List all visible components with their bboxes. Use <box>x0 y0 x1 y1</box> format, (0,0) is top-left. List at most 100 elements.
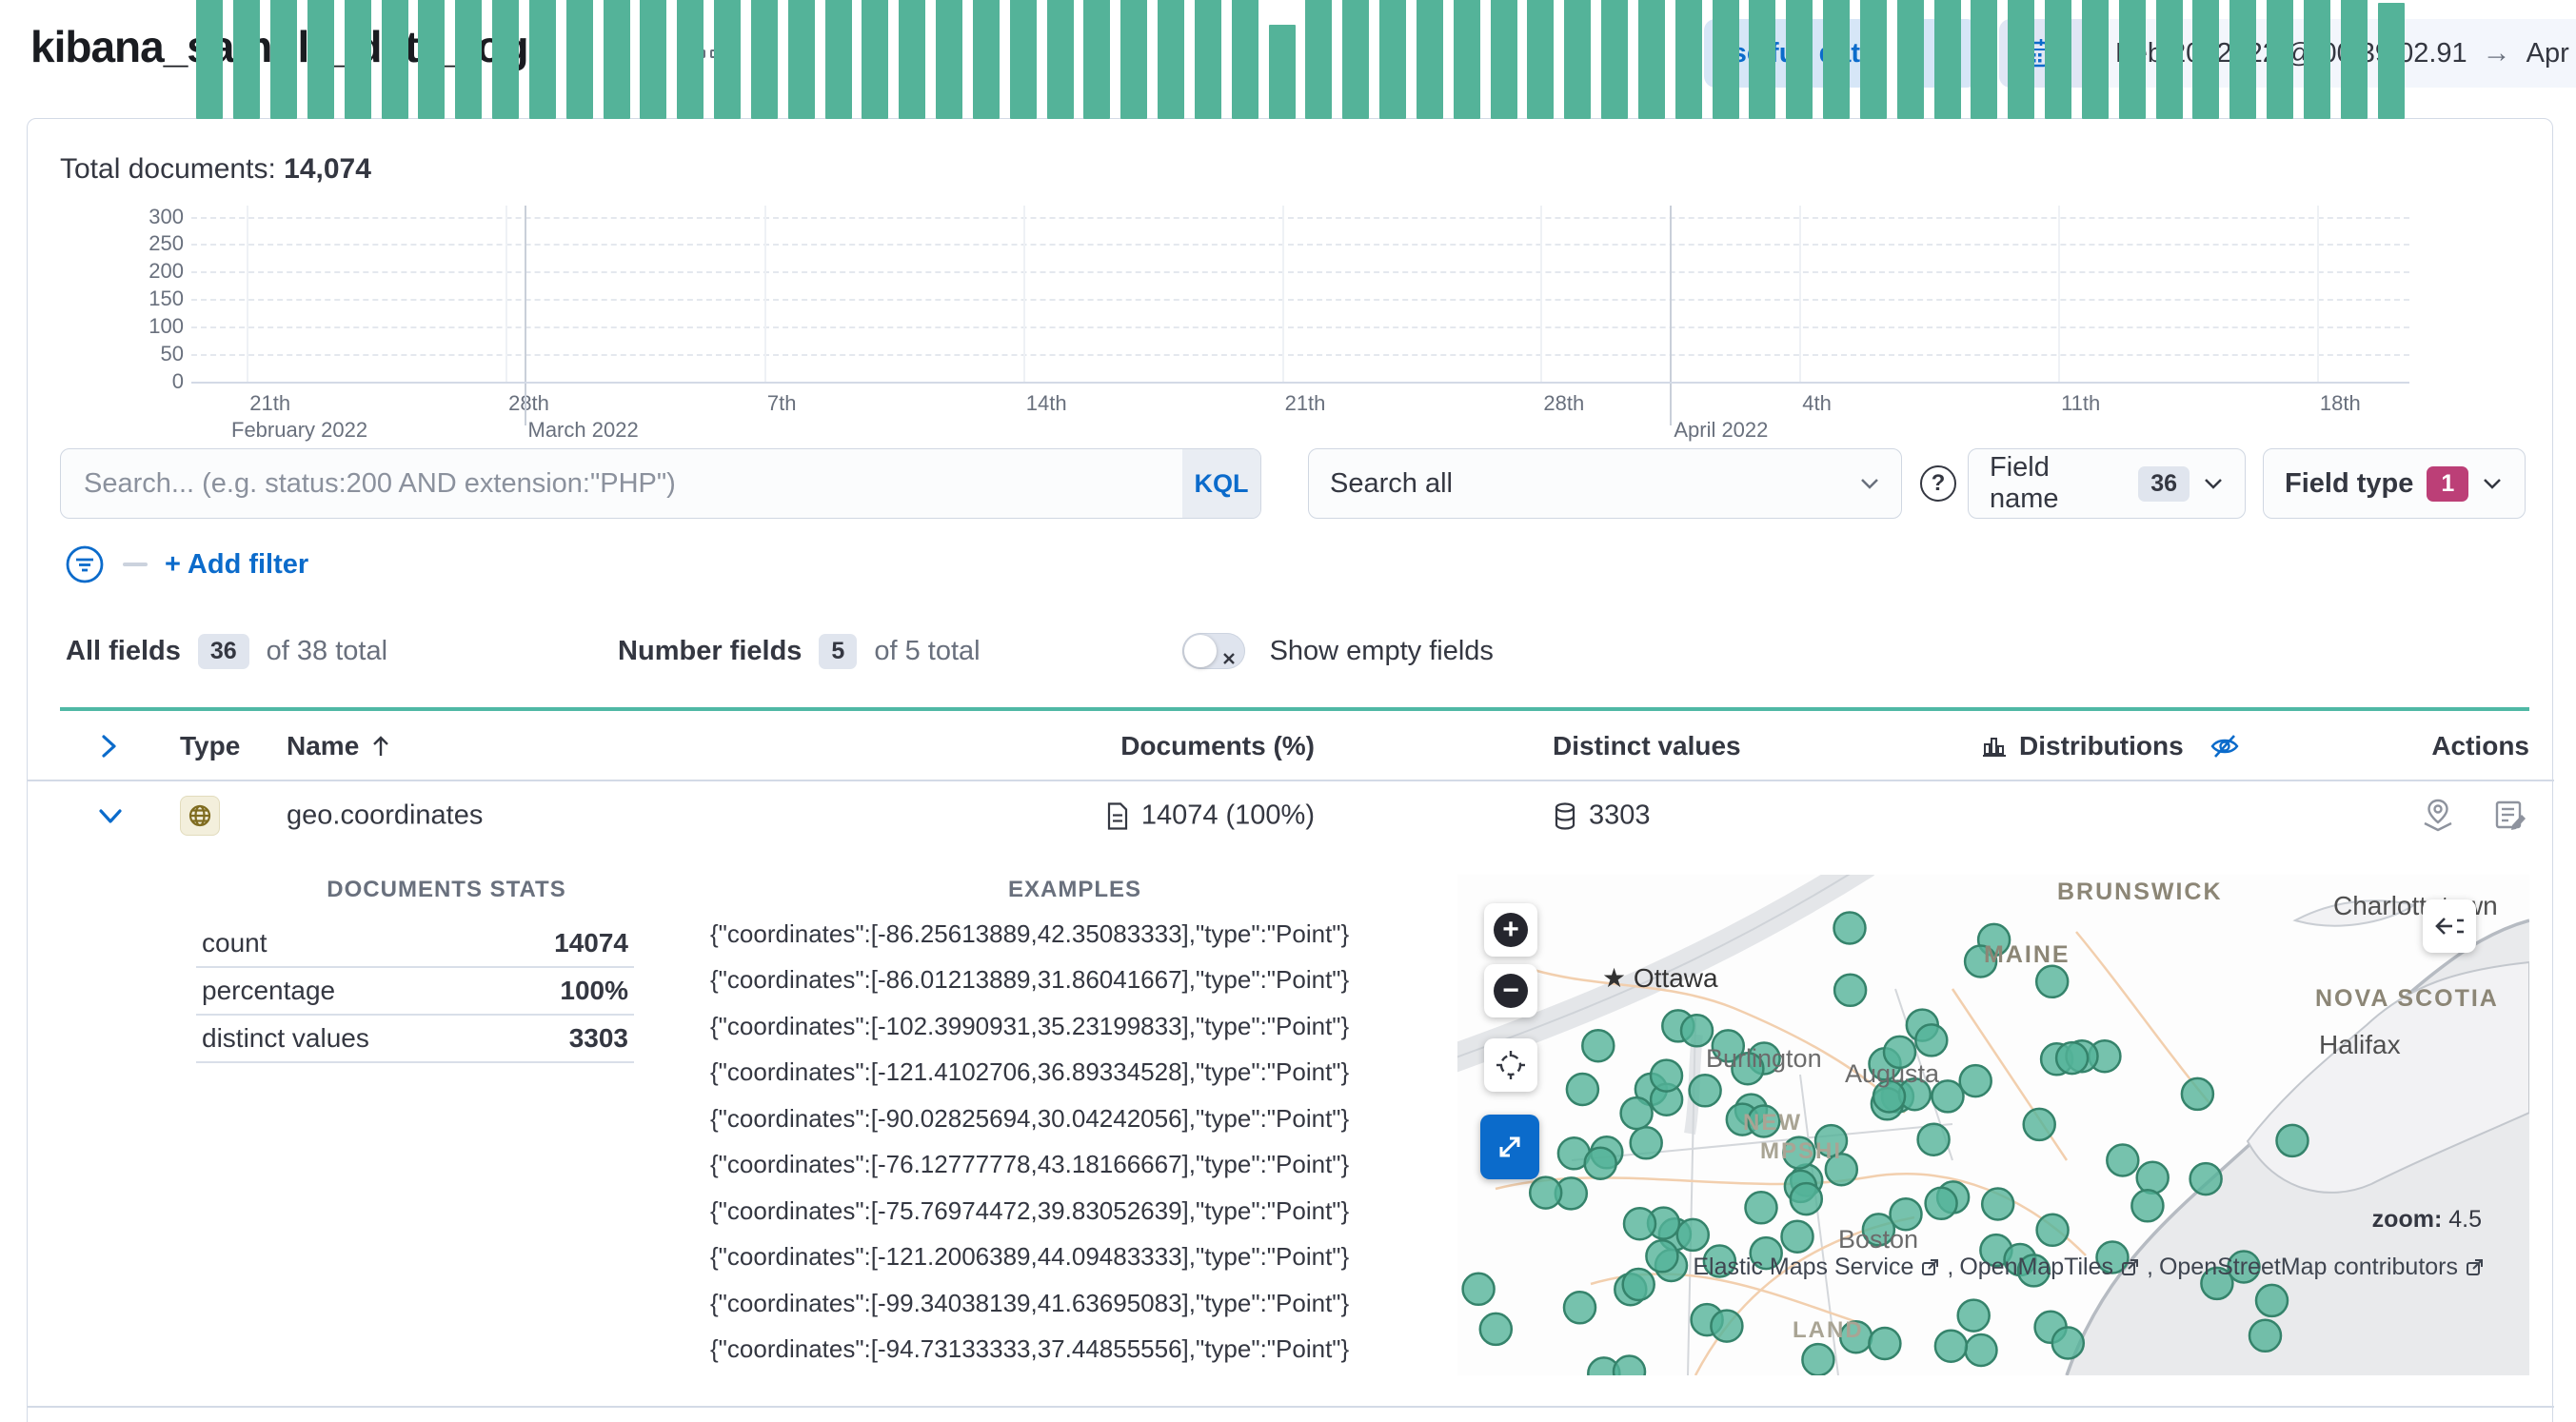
map-attribution-link[interactable]: OpenStreetMap contributors <box>2159 1254 2458 1281</box>
column-name[interactable]: Name <box>287 731 391 761</box>
y-axis-tick: 250 <box>149 231 184 256</box>
hide-distributions-icon[interactable] <box>2209 732 2241 760</box>
example-value: {"coordinates":[-90.02825694,30.04242056… <box>710 1103 1350 1133</box>
bar <box>1416 0 1443 119</box>
column-type[interactable]: Type <box>180 731 240 761</box>
x-axis-tick: 21th <box>1284 391 1326 415</box>
field-documents: 14074 (100%) <box>1001 800 1315 832</box>
column-actions: Actions <box>2431 731 2529 760</box>
number-fields-count-badge: 5 <box>819 633 858 669</box>
example-value: {"coordinates":[-121.2006389,44.09483333… <box>710 1242 1350 1272</box>
bar <box>1046 0 1074 119</box>
map-zoom-out-button[interactable]: − <box>1484 964 1537 1017</box>
bar <box>936 0 963 119</box>
field-type-filter-button[interactable]: Field type 1 <box>2263 448 2526 519</box>
map-point <box>1924 1186 1958 1221</box>
kql-button[interactable]: KQL <box>1182 449 1260 518</box>
search-bar: KQL <box>60 448 1261 519</box>
map-attribution-link[interactable]: Elastic Maps Service <box>1693 1254 1913 1281</box>
show-empty-fields-toggle[interactable] <box>1181 633 1245 669</box>
column-distinct-values[interactable]: Distinct values <box>1553 731 1741 761</box>
bar <box>862 0 889 119</box>
search-input[interactable] <box>61 449 1182 518</box>
coordinates-map[interactable]: BRUNSWICK Charlottetown MAINE ★ Ottawa NOVA … <box>1457 875 2529 1375</box>
explore-in-maps-icon[interactable] <box>2419 797 2457 835</box>
help-icon[interactable]: ? <box>1920 465 1956 502</box>
database-icon <box>1555 801 1575 830</box>
field-row-geo-coordinates[interactable]: geo.coordinates 14074 (100%) 3303 <box>28 783 2554 848</box>
external-link-icon <box>1921 1258 1939 1276</box>
map-point <box>1980 1187 2015 1221</box>
map-zoom-in-button[interactable]: + <box>1484 903 1537 957</box>
bar <box>1823 0 1851 119</box>
bar <box>1674 0 1702 119</box>
map-place-label: MAINE <box>1984 941 2071 968</box>
map-place-label: BRUNSWICK <box>2057 879 2223 905</box>
examples-title: EXAMPLES <box>1007 877 1142 902</box>
document-icon <box>1107 801 1127 830</box>
example-value: {"coordinates":[-121.4102706,36.89334528… <box>710 1057 1350 1087</box>
bar <box>972 0 1000 119</box>
bar <box>1083 0 1111 119</box>
map-place-label: Burlington <box>1706 1044 1822 1073</box>
map-place-label: Augusta <box>1845 1059 1940 1088</box>
map-point <box>1933 1329 1969 1363</box>
month-label: March 2022 <box>527 418 639 442</box>
bar <box>2377 3 2405 119</box>
map-point <box>1583 1146 1617 1180</box>
collapse-row-button[interactable] <box>96 803 125 828</box>
map-place-label: NOVA SCOTIA <box>2315 985 2499 1012</box>
map-locate-icon[interactable] <box>1484 1038 1537 1092</box>
x-axis-tick: 18th <box>2319 391 2361 415</box>
bar <box>2118 0 2146 119</box>
map-point <box>1958 1063 1992 1098</box>
x-axis-tick: 11th <box>2061 391 2101 415</box>
map-expand-button[interactable] <box>1480 1115 1539 1179</box>
map-place-label: Halifax <box>2319 1030 2401 1059</box>
all-fields-count-badge: 36 <box>197 633 249 669</box>
map-point <box>1645 1239 1679 1274</box>
map-point <box>1789 1181 1824 1216</box>
total-documents: Total documents: 14,074 <box>60 153 371 185</box>
edit-field-icon[interactable] <box>2491 797 2529 835</box>
column-documents[interactable]: Documents (%) <box>1001 731 1315 761</box>
bar <box>1896 0 1924 119</box>
map-zoom-indicator: zoom: 4.5 <box>2371 1206 2482 1233</box>
chevron-down-icon <box>1859 477 1880 490</box>
map-point <box>1581 1028 1615 1063</box>
bar <box>1231 0 1258 119</box>
documents-stats-table: count 14074 percentage 100% distinct values 3… <box>196 920 634 1063</box>
map-tiles: BRUNSWICK CharlottetownMAINE★ OttawaNOVA … <box>1457 875 2529 1375</box>
bar <box>233 0 261 119</box>
example-value: {"coordinates":[-94.73133333,37.44855556… <box>710 1334 1350 1364</box>
map-point <box>1528 1175 1563 1210</box>
x-axis-tick: 4th <box>1802 391 1832 415</box>
expand-all-button[interactable] <box>96 732 121 760</box>
filter-icon[interactable] <box>64 543 106 585</box>
map-legend-toggle-icon[interactable] <box>2423 899 2476 953</box>
map-attribution-link[interactable]: OpenMapTiles <box>1959 1254 2113 1281</box>
bar <box>1342 0 1370 119</box>
map-point <box>1478 1312 1514 1347</box>
all-fields-total: of 38 total <box>266 635 388 666</box>
month-label: April 2022 <box>1674 418 1769 442</box>
field-name-filter-button[interactable]: Field name 36 <box>1968 448 2246 519</box>
bar <box>603 0 630 119</box>
map-point <box>1562 1291 1597 1325</box>
map-point <box>1780 1219 1814 1254</box>
bar <box>1971 0 1998 119</box>
search-all-select[interactable]: Search all <box>1308 448 1902 519</box>
add-filter-button[interactable]: + Add filter <box>165 549 308 581</box>
bar <box>344 0 371 119</box>
bar <box>714 0 742 119</box>
map-point <box>1622 1206 1657 1241</box>
bar <box>2229 0 2257 119</box>
bar <box>1379 0 1407 119</box>
bar <box>1859 0 1887 119</box>
number-fields-label: Number fields <box>618 635 803 666</box>
map-point <box>2130 1189 2165 1223</box>
expanded-field-details: DOCUMENTS STATS count 14074 percentage 100%… <box>28 848 2554 1408</box>
map-place-label: MPSHI <box>1760 1138 1842 1164</box>
bar <box>492 0 520 119</box>
field-name-count-badge: 36 <box>2138 465 2190 502</box>
